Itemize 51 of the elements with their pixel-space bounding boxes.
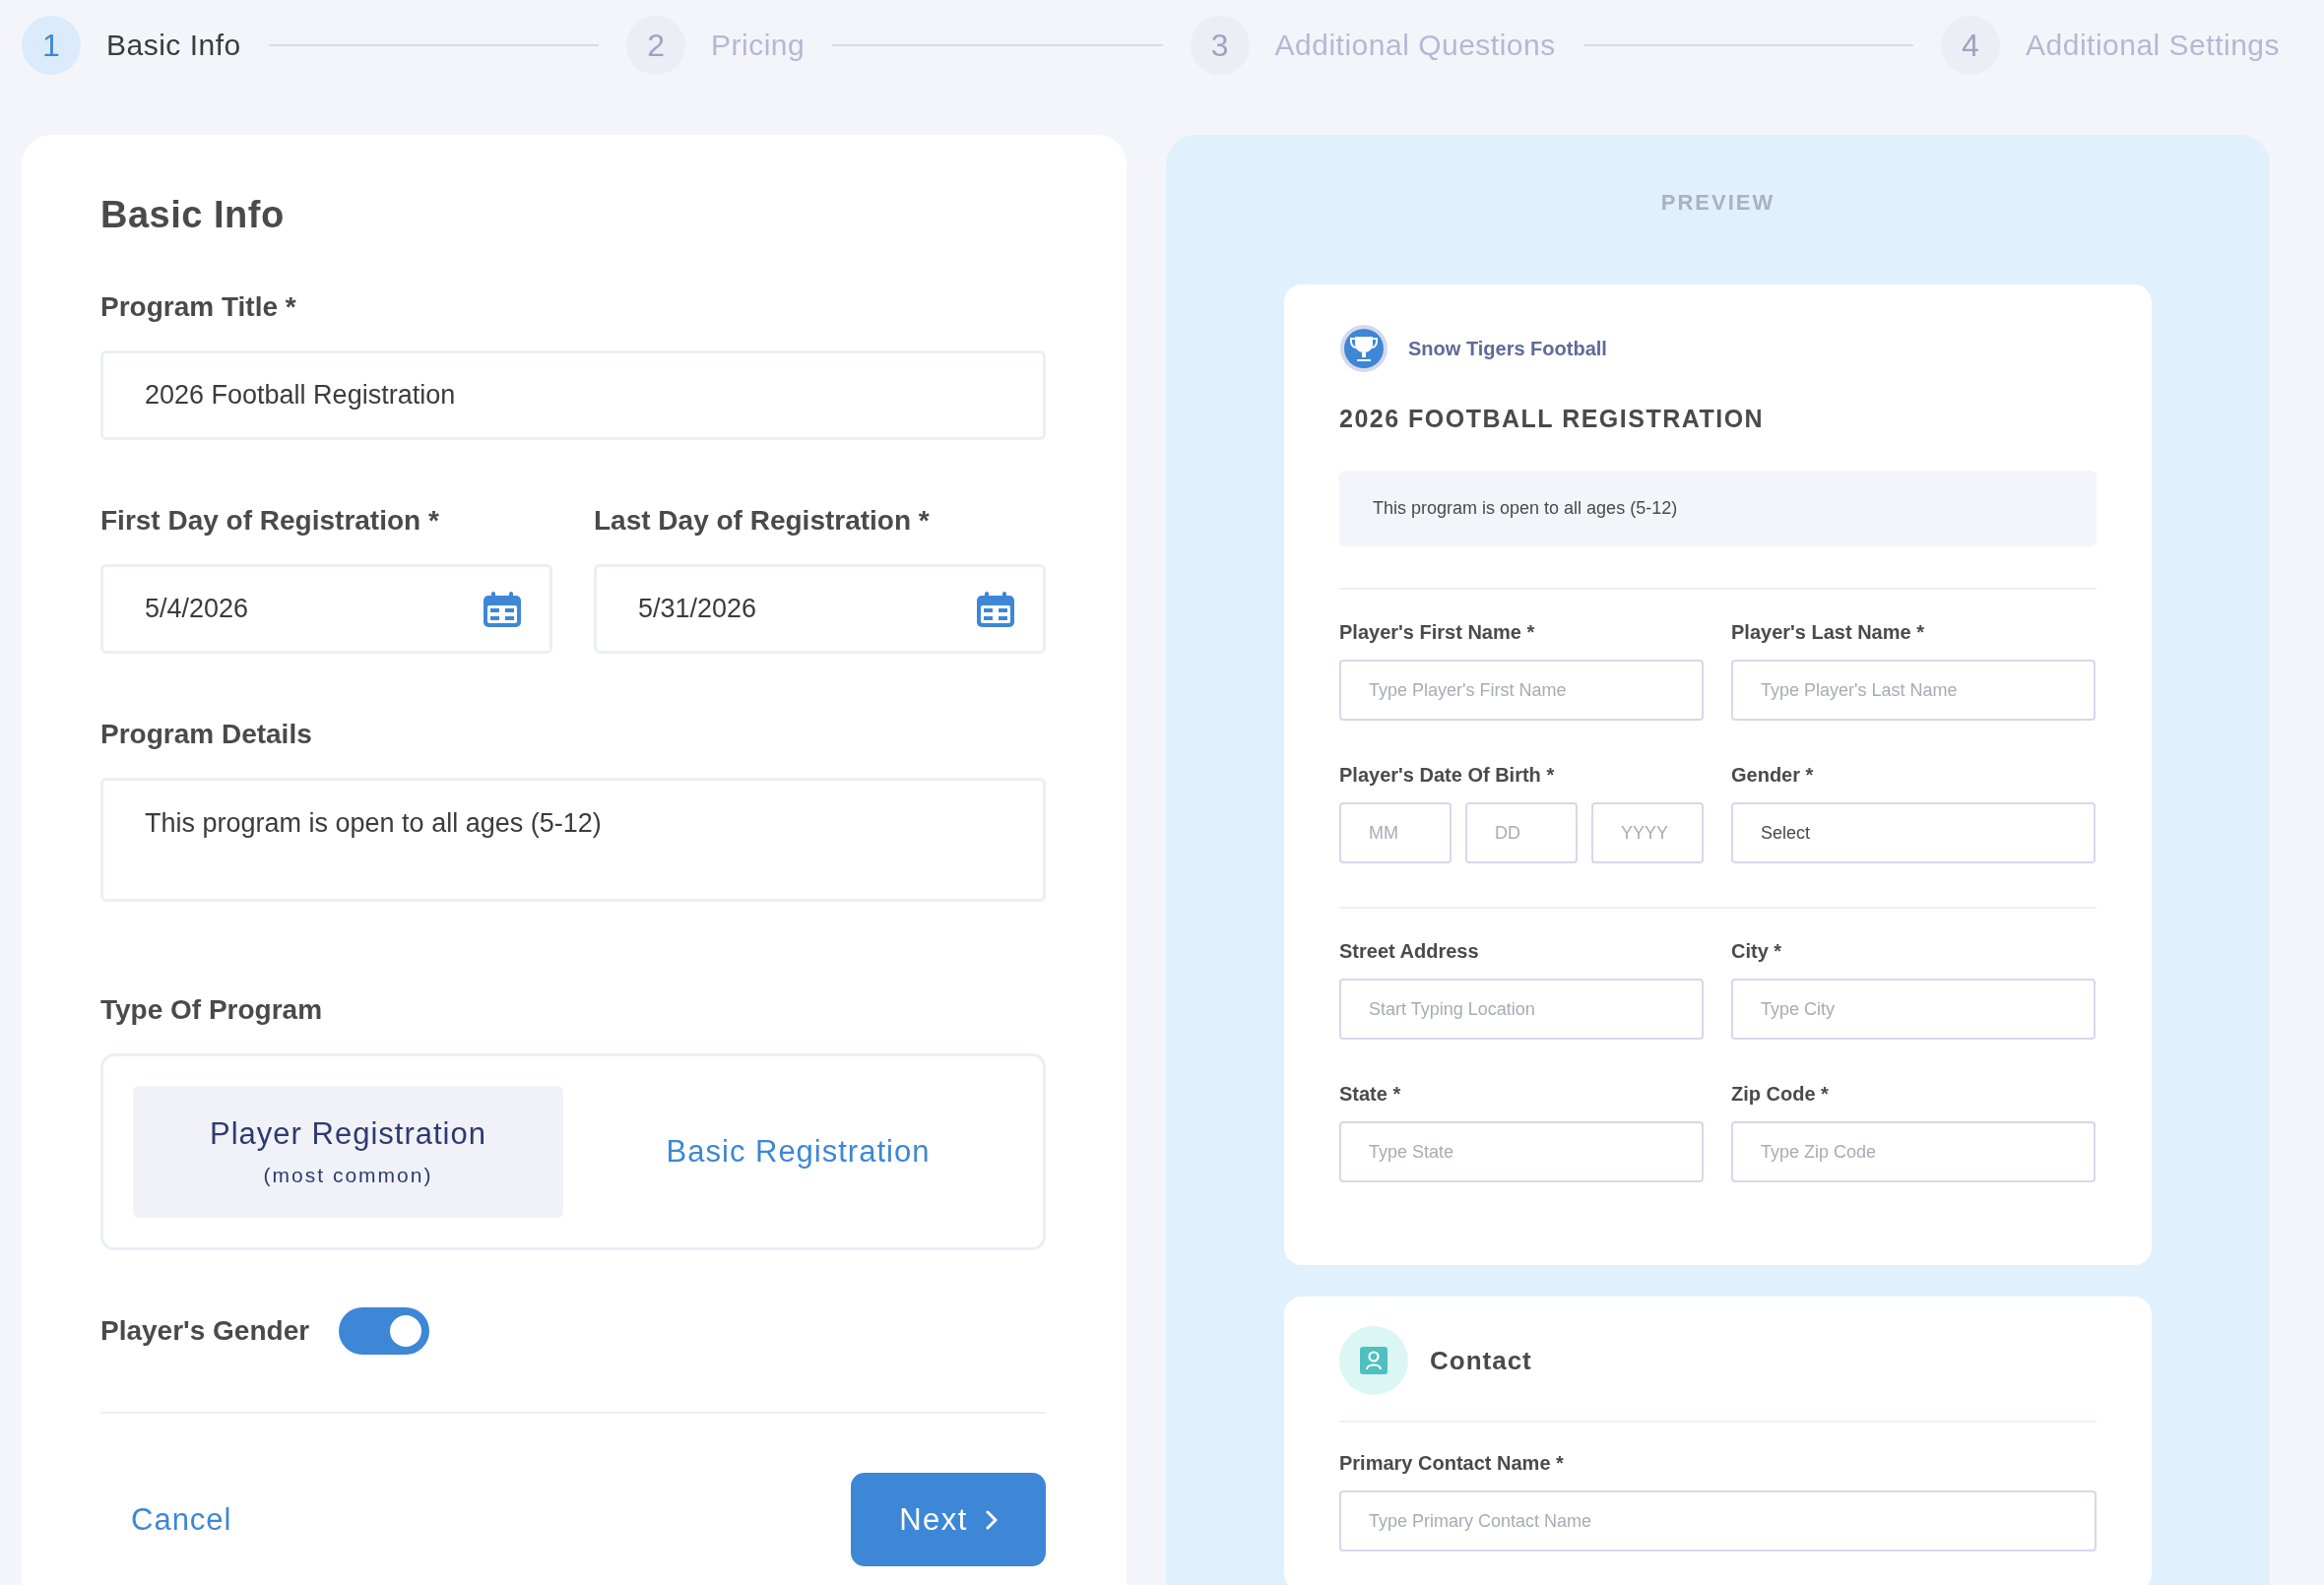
- gender-toggle[interactable]: [339, 1307, 430, 1355]
- text-field[interactable]: Type State: [1339, 1121, 1704, 1182]
- program-title: 2026 FOOTBALL REGISTRATION: [1339, 405, 1766, 433]
- field-label: Primary Contact Name *: [1339, 1452, 1565, 1475]
- form-title: Basic Info: [100, 194, 286, 236]
- field-label: Program Details: [100, 719, 313, 750]
- select-field[interactable]: Select: [1731, 802, 2096, 863]
- trophy-icon: [1339, 324, 1388, 373]
- field-label: Player's Date Of Birth *: [1339, 764, 1556, 787]
- field-label: Player's First Name *: [1339, 621, 1536, 644]
- date-field[interactable]: 5/4/2026: [100, 564, 552, 654]
- cancel-link[interactable]: Cancel: [131, 1501, 232, 1538]
- step-number[interactable]: 2: [626, 16, 686, 75]
- text-field[interactable]: Type Player's Last Name: [1731, 660, 2096, 721]
- toggle-label: Player's Gender: [100, 1315, 310, 1347]
- program-title-field[interactable]: 2026 Football Registration: [100, 350, 1046, 440]
- field-label: Street Address: [1339, 940, 1480, 963]
- text-field[interactable]: Type Zip Code: [1731, 1121, 2096, 1182]
- step-number[interactable]: 3: [1190, 16, 1250, 75]
- field-label: Type Of Program: [100, 994, 324, 1026]
- section-title: Contact: [1430, 1345, 1532, 1376]
- preview-heading: PREVIEW: [1659, 190, 1776, 216]
- chevron-right-icon: [985, 1509, 998, 1530]
- step-number[interactable]: 4: [1941, 16, 2000, 75]
- step-number[interactable]: 1: [22, 16, 81, 75]
- next-button[interactable]: Next: [851, 1473, 1046, 1566]
- field-label: Last Day of Registration *: [594, 505, 931, 537]
- calendar-icon: [976, 591, 1015, 627]
- program-type-option[interactable]: Basic Registration: [583, 1086, 1013, 1218]
- program-details-field[interactable]: This program is open to all ages (5-12): [100, 778, 1046, 902]
- organization-name: Snow Tigers Football: [1408, 337, 1607, 360]
- text-field[interactable]: Type Primary Contact Name: [1339, 1490, 2097, 1552]
- field-label: Zip Code *: [1731, 1083, 1830, 1106]
- contact-icon: [1339, 1326, 1408, 1395]
- date-part-field[interactable]: YYYY: [1591, 802, 1704, 863]
- program-type-option[interactable]: Player Registration (most common): [133, 1086, 563, 1218]
- field-label: Player's Last Name *: [1731, 621, 1925, 644]
- field-label: City *: [1731, 940, 1783, 963]
- date-field[interactable]: 5/31/2026: [594, 564, 1046, 654]
- field-label: Gender *: [1731, 764, 1815, 787]
- date-part-field[interactable]: MM: [1339, 802, 1452, 863]
- calendar-icon: [483, 591, 522, 627]
- text-field[interactable]: Start Typing Location: [1339, 979, 1704, 1040]
- text-field[interactable]: Type City: [1731, 979, 2096, 1040]
- field-label: Program Title *: [100, 291, 297, 323]
- step-label[interactable]: Basic Info: [106, 29, 241, 62]
- field-label: State *: [1339, 1083, 1402, 1106]
- date-part-field[interactable]: DD: [1465, 802, 1578, 863]
- field-label: First Day of Registration *: [100, 505, 440, 537]
- program-description: This program is open to all ages (5-12): [1339, 471, 2097, 546]
- text-field[interactable]: Type Player's First Name: [1339, 660, 1704, 721]
